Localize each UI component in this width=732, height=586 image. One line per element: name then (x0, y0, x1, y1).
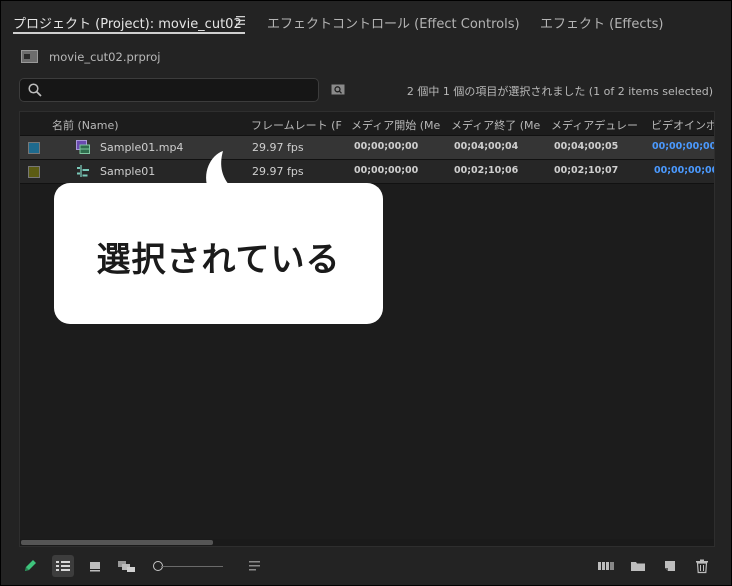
frame-rate-value: 29.97 fps (252, 141, 304, 154)
pencil-icon[interactable] (21, 557, 39, 575)
list-view-icon[interactable] (52, 555, 74, 577)
automate-to-sequence-icon[interactable] (597, 557, 615, 575)
project-file-icon (21, 50, 38, 63)
project-file-name: movie_cut02.prproj (49, 50, 161, 64)
column-header-video-in[interactable]: ビデオインポ (651, 117, 714, 133)
video-in-value[interactable]: 00;00;00;00 (654, 165, 714, 176)
column-header-frame-rate[interactable]: フレームレート (F (251, 117, 346, 133)
table-row[interactable]: Sample01 29.97 fps 00;00;00;00 00;02;10;… (20, 160, 714, 183)
media-start-value: 00;00;00;00 (354, 141, 419, 152)
icon-view-icon[interactable] (87, 557, 105, 575)
tab-project[interactable]: プロジェクト (Project): movie_cut02 (13, 13, 242, 32)
tab-effect-controls[interactable]: エフェクトコントロール (Effect Controls) (267, 13, 520, 32)
trash-icon[interactable] (693, 557, 711, 575)
zoom-slider-track[interactable] (161, 566, 223, 567)
media-end-value: 00;04;00;04 (454, 141, 519, 152)
sort-icons-icon[interactable] (246, 557, 264, 575)
new-item-icon[interactable] (661, 557, 679, 575)
project-item-list: 名前 (Name) フレームレート (F メディア開始 (Me メディア終了 (… (19, 111, 715, 547)
new-bin-icon[interactable] (629, 557, 647, 575)
callout-bubble: 選択されている (54, 183, 383, 324)
column-header-name[interactable]: 名前 (Name) (52, 117, 232, 133)
sequence-icon (77, 165, 89, 177)
column-header-media-start[interactable]: メディア開始 (Me (351, 117, 443, 133)
video-in-value[interactable]: 00;00;00;00 (652, 141, 714, 152)
search-field[interactable] (19, 78, 319, 102)
horizontal-scrollbar[interactable] (20, 539, 714, 546)
search-input[interactable] (50, 81, 314, 99)
media-start-value: 00;00;00;00 (354, 165, 419, 176)
find-in-bin-icon[interactable] (331, 83, 345, 95)
freeform-view-icon[interactable] (117, 557, 137, 575)
label-color-swatch[interactable] (28, 142, 40, 154)
table-row[interactable]: Sample01.mp4 29.97 fps 00;00;00;00 00;04… (20, 136, 714, 159)
panel-tabs: プロジェクト (Project): movie_cut02 エフェクトコントロー… (1, 1, 731, 41)
label-color-swatch[interactable] (28, 166, 40, 178)
item-name: Sample01 (100, 165, 156, 178)
list-header: 名前 (Name) フレームレート (F メディア開始 (Me メディア終了 (… (20, 112, 714, 134)
column-header-media-end[interactable]: メディア終了 (Me (451, 117, 543, 133)
frame-rate-value: 29.97 fps (252, 165, 304, 178)
project-panel: プロジェクト (Project): movie_cut02 エフェクトコントロー… (0, 0, 732, 586)
video-clip-icon (76, 140, 90, 154)
item-name: Sample01.mp4 (100, 141, 184, 154)
selection-status: 2 個中 1 個の項目が選択されました (1 of 2 items select… (406, 85, 713, 98)
media-end-value: 00;02;10;06 (454, 165, 519, 176)
search-icon (28, 83, 42, 97)
active-tab-indicator (13, 32, 245, 34)
media-duration-value: 00;04;00;05 (554, 141, 619, 152)
scrollbar-thumb[interactable] (21, 540, 213, 545)
panel-menu-icon[interactable] (236, 16, 245, 25)
tab-effects[interactable]: エフェクト (Effects) (540, 13, 663, 32)
media-duration-value: 00;02;10;07 (554, 165, 619, 176)
column-header-media-duration[interactable]: メディアデュレー (551, 117, 643, 133)
callout-text: 選択されている (96, 240, 341, 280)
